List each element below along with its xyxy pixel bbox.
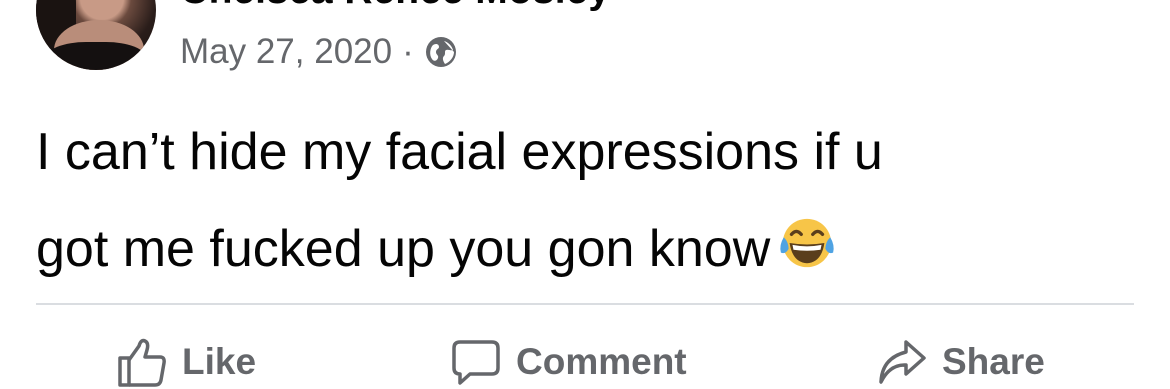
comment-bubble-icon [452, 340, 500, 385]
tears-of-joy-emoji-icon [778, 207, 836, 268]
post-meta: May 27, 2020 · [180, 30, 458, 74]
thumbs-up-icon [118, 338, 166, 387]
meta-separator: · [402, 32, 414, 71]
post-text: I can’t hide my facial expressions if u … [36, 104, 1146, 298]
comment-label: Comment [516, 341, 687, 382]
like-button[interactable]: Like [116, 335, 256, 389]
avatar[interactable] [36, 0, 156, 70]
post-date[interactable]: May 27, 2020 [180, 32, 392, 72]
post-text-line: I can’t hide my facial expressions if u [36, 123, 883, 181]
author-name[interactable]: Chelsea Renee Mosley [180, 0, 611, 11]
like-label: Like [182, 341, 257, 382]
share-label: Share [942, 341, 1045, 382]
globe-icon[interactable] [424, 35, 458, 69]
share-arrow-icon [879, 340, 926, 384]
comment-button[interactable]: Comment [450, 335, 687, 389]
share-button[interactable]: Share [876, 335, 1045, 389]
post-actions: Like Comment Share [0, 335, 1170, 389]
divider [36, 303, 1134, 305]
post-text-line: got me fucked up you gon know [36, 201, 1146, 298]
